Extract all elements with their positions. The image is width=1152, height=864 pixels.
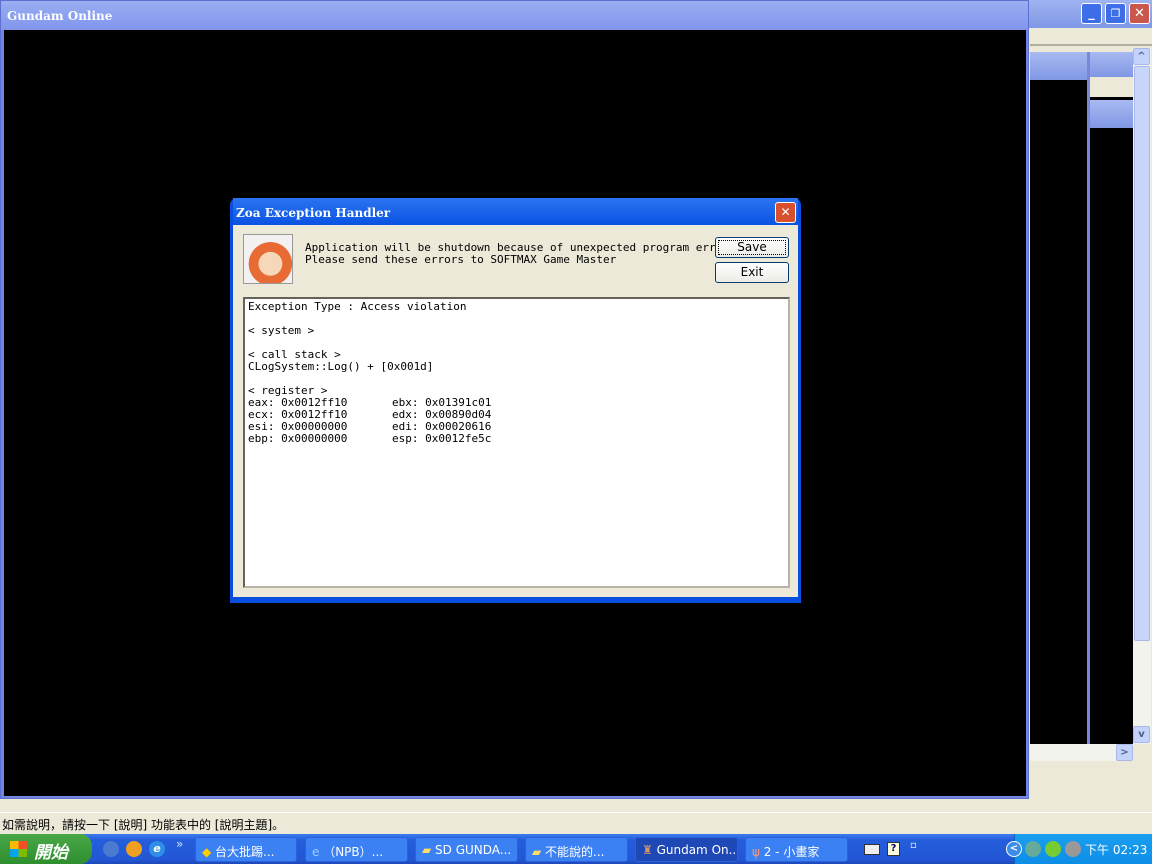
minimize-button[interactable]: _: [1081, 3, 1102, 24]
quicklaunch-ie-icon[interactable]: e: [149, 841, 165, 857]
message-line-2: Please send these errors to SOFTMAX Game…: [305, 253, 617, 266]
quicklaunch-desktop-icon[interactable]: [103, 841, 119, 857]
keyboard-icon[interactable]: [864, 844, 880, 855]
vertical-scrollbar[interactable]: ^ v: [1133, 48, 1151, 744]
character-avatar-icon: [243, 234, 293, 284]
save-button[interactable]: Save: [715, 237, 789, 258]
register-table: eax: 0x0012ff10 ebx: 0x01391c01 ecx: 0x001…: [248, 397, 785, 445]
scroll-right-button[interactable]: >: [1116, 744, 1133, 761]
system-header: < system >: [248, 324, 315, 337]
windows-logo-icon: [10, 841, 27, 857]
background-window-titlebar: _ ❐ ✕: [1028, 0, 1152, 28]
tray-messenger-icon[interactable]: [1045, 841, 1061, 857]
exception-type: Exception Type : Access violation: [248, 300, 467, 313]
call-stack-entry: CLogSystem::Log() + [0x001d]: [248, 360, 434, 373]
status-bar: 如需說明，請按一下 [說明] 功能表中的 [說明主題]。: [0, 812, 1152, 833]
taskbar-item[interactable]: ▰ 不能說的...: [525, 837, 628, 862]
background-child-window: [1030, 52, 1090, 744]
clock[interactable]: 下午 02:23: [1085, 841, 1147, 858]
taskbar-item[interactable]: ▰ SD GUNDA...: [415, 837, 518, 862]
exception-dialog: Zoa Exception Handler ✕ Application will…: [230, 198, 801, 603]
taskbar: 開始 e » ◆ 台大批踢... e （NPB）... ▰ SD GUNDA..…: [0, 834, 1152, 864]
quicklaunch-mediaplayer-icon[interactable]: [126, 841, 142, 857]
horizontal-scrollbar[interactable]: >: [1030, 744, 1133, 761]
taskbar-item[interactable]: e （NPB）...: [305, 837, 408, 862]
language-bar-restore-icon[interactable]: ▫: [910, 840, 917, 851]
exit-button[interactable]: Exit: [715, 262, 789, 283]
error-message: Application will be shutdown because of …: [305, 242, 735, 266]
restore-button[interactable]: ❐: [1105, 3, 1126, 24]
taskbar-item[interactable]: ψ 2 - 小畫家: [745, 837, 848, 862]
tray-network-icon[interactable]: [1025, 841, 1041, 857]
scroll-down-button[interactable]: v: [1133, 726, 1150, 743]
tray-expand-button[interactable]: <: [1006, 841, 1022, 857]
quicklaunch-chevron[interactable]: »: [176, 837, 183, 851]
start-label: 開始: [34, 843, 68, 863]
system-tray: < 下午 02:23: [1006, 834, 1152, 864]
scroll-up-button[interactable]: ^: [1133, 48, 1150, 65]
dialog-close-button[interactable]: ✕: [775, 202, 796, 223]
start-button[interactable]: 開始: [0, 834, 92, 864]
window-title: Gundam Online: [1, 1, 1028, 30]
background-menu-band: [1030, 28, 1152, 46]
dialog-title: Zoa Exception Handler: [233, 198, 798, 225]
background-child-window-2: [1090, 52, 1133, 744]
scroll-thumb[interactable]: [1134, 66, 1150, 641]
taskbar-item[interactable]: ◆ 台大批踢...: [195, 837, 297, 862]
close-button[interactable]: ✕: [1129, 3, 1150, 24]
register-value: ebp: 0x00000000: [248, 432, 348, 445]
register-value: esp: 0x0012fe5c: [392, 432, 492, 445]
taskbar-item-active[interactable]: ♜ Gundam On...: [635, 837, 738, 862]
tray-volume-icon[interactable]: [1065, 841, 1081, 857]
error-log-textbox[interactable]: Exception Type : Access violation < syst…: [243, 297, 790, 588]
help-icon[interactable]: ?: [887, 842, 900, 856]
